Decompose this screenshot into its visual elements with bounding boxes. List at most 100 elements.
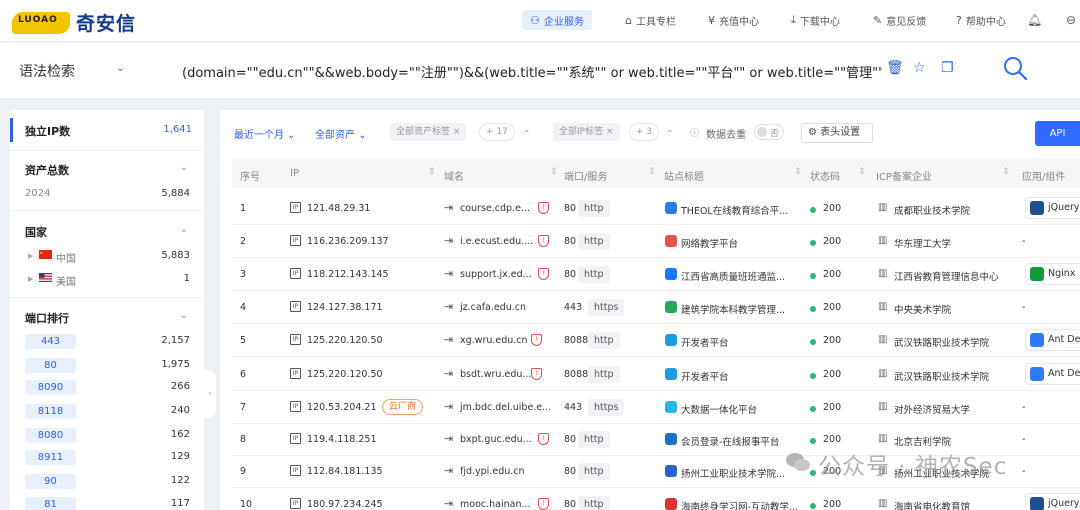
ip-address[interactable]: 120.53.204.21 [307, 402, 377, 413]
component-tag[interactable]: jQuery/... [1025, 493, 1080, 510]
site-title[interactable]: 建筑学院本科教学管理... [681, 302, 785, 316]
site-title[interactable]: 大数据一体化平台 [681, 402, 757, 416]
country-name-usa[interactable]: 美国 [56, 273, 76, 288]
caret-right-icon[interactable]: ▶ [28, 252, 33, 260]
icp-company[interactable]: 海南省电化教育馆 [894, 499, 970, 510]
sort-icon[interactable]: ⇕ [1002, 167, 1010, 177]
table-row[interactable]: 4 IP 124.127.38.171 ⇥ jz.cafa.edu.cn 443 https… [232, 291, 1080, 324]
table-row[interactable]: 5 IP 125.220.120.50 ⇥ xg.wru.edu.cn! 8088 http… [232, 324, 1080, 357]
country-title[interactable]: 国家 [25, 224, 47, 240]
time-range-filter[interactable]: 最近一个月 ⌄ [234, 126, 296, 141]
ip-address[interactable]: 119.4.118.251 [307, 434, 377, 445]
table-row[interactable]: 10 IP 180.97.234.245 ⇥ mooc.hainan...! 80 http… [232, 488, 1080, 510]
icp-company[interactable]: 华东理工大学 [894, 236, 951, 250]
site-title[interactable]: 海南终身学习网-互动教学... [681, 499, 798, 510]
icp-company[interactable]: 江西省教育管理信息中心 [894, 269, 999, 283]
sort-icon[interactable]: ⇕ [794, 167, 802, 177]
chevron-down-icon[interactable]: ⌄ [180, 162, 188, 173]
nav-tools[interactable]: ⌂ 工具专栏 [625, 10, 676, 30]
port-chip[interactable]: 8090 [25, 380, 76, 395]
sort-icon[interactable]: ⇕ [858, 167, 866, 177]
domain-link[interactable]: fjd.ypi.edu.cn [460, 466, 525, 477]
ip-address[interactable]: 118.212.143.145 [307, 269, 389, 280]
external-link-icon[interactable]: ⇥ [444, 333, 453, 346]
ip-tag-count[interactable]: + 3 [629, 123, 660, 141]
ip-address[interactable]: 125.220.120.50 [307, 369, 383, 380]
asset-tag-count[interactable]: + 17 [479, 123, 515, 141]
search-mode-select[interactable]: 语法检索 [19, 61, 75, 81]
domain-link[interactable]: jz.cafa.edu.cn [460, 302, 526, 313]
site-title[interactable]: 开发者平台 [681, 369, 729, 383]
chevron-down-icon[interactable]: ⌄ [666, 125, 674, 135]
close-icon[interactable]: × [606, 127, 614, 137]
sort-icon[interactable]: ⇕ [428, 167, 436, 177]
ip-address[interactable]: 112.84.181.135 [307, 466, 383, 477]
chevron-down-icon[interactable]: ⌄ [180, 310, 188, 321]
domain-link[interactable]: jm.bdc.del.uibe.e... [460, 402, 551, 413]
icp-company[interactable]: 对外经济贸易大学 [894, 402, 970, 416]
user-menu-icon[interactable]: ⊖ [1066, 10, 1076, 30]
dedupe-toggle[interactable]: 否 [754, 124, 784, 140]
caret-right-icon[interactable]: ▶ [28, 275, 33, 283]
ip-address[interactable]: 180.97.234.245 [307, 499, 383, 510]
external-link-icon[interactable]: ⇥ [444, 497, 453, 510]
port-chip[interactable]: 81 [25, 497, 76, 510]
asset-type-filter[interactable]: 全部资产 ⌄ [315, 126, 367, 141]
component-tag[interactable]: Ant Des [1025, 329, 1080, 351]
domain-link[interactable]: i.e.ecust.edu.... [460, 236, 533, 247]
chevron-down-icon[interactable]: ⌄ [116, 63, 124, 74]
nav-recharge[interactable]: ¥ 充值中心 [708, 10, 759, 30]
site-title[interactable]: 会员登录-在线报事平台 [681, 434, 779, 448]
nav-download[interactable]: ⤓ 下载中心 [791, 10, 840, 30]
ip-tag-filter[interactable]: 全部IP标签 × [553, 123, 620, 141]
ip-address[interactable]: 116.236.209.137 [307, 236, 389, 247]
table-row[interactable]: 6 IP 125.220.120.50 ⇥ bsdt.wru.edu...! 8088 ht… [232, 358, 1080, 391]
component-tag[interactable]: Ant Des [1025, 363, 1080, 385]
nav-enterprise-service[interactable]: ⚇ 企业服务 [522, 10, 592, 30]
ip-address[interactable]: 124.127.38.171 [307, 302, 383, 313]
domain-link[interactable]: mooc.hainan... [460, 499, 531, 510]
port-chip[interactable]: 80 [25, 358, 76, 373]
sort-icon[interactable]: ⇕ [648, 167, 656, 177]
bell-icon[interactable]: 🔔︎ [1027, 10, 1042, 30]
external-link-icon[interactable]: ⇥ [444, 367, 453, 380]
port-chip[interactable]: 90 [25, 474, 76, 489]
domain-link[interactable]: support.jx.ed... [460, 269, 532, 280]
component-tag[interactable]: jQuery [1025, 197, 1080, 219]
site-title[interactable]: 江西省高质量班班通监... [681, 269, 785, 283]
icp-company[interactable]: 武汉铁路职业技术学院 [894, 369, 989, 383]
external-link-icon[interactable]: ⇥ [444, 464, 453, 477]
site-title[interactable]: 网络教学平台 [681, 236, 738, 250]
search-icon[interactable] [1001, 54, 1029, 82]
chevron-down-icon[interactable]: ⌄ [180, 224, 188, 235]
domain-link[interactable]: xg.wru.edu.cn [460, 335, 528, 346]
ip-address[interactable]: 121.48.29.31 [307, 203, 370, 214]
table-row[interactable]: 3 IP 118.212.143.145 ⇥ support.jx.ed...! 80 ht… [232, 258, 1080, 291]
country-name-china[interactable]: 中国 [56, 250, 76, 265]
ip-address[interactable]: 125.220.120.50 [307, 335, 383, 346]
asset-tag-filter[interactable]: 全部资产标签 × [390, 123, 467, 141]
column-settings-button[interactable]: ⚙ 表头设置 [801, 123, 873, 143]
nav-help[interactable]: ? 帮助中心 [956, 10, 1006, 30]
external-link-icon[interactable]: ⇥ [444, 400, 453, 413]
icp-company[interactable]: 成都职业技术学院 [894, 203, 970, 217]
star-icon[interactable]: ☆ [913, 60, 926, 76]
unique-ip-header[interactable]: 独立IP数 1,641 [10, 118, 204, 142]
delete-icon[interactable]: 🗑︎ [886, 60, 904, 76]
port-chip[interactable]: 8080 [25, 428, 76, 443]
sidebar-collapse-handle[interactable]: ‹ [204, 370, 216, 418]
nav-feedback[interactable]: ✎ 意见反馈 [873, 10, 926, 30]
site-title[interactable]: 扬州工业职业技术学院... [681, 466, 785, 480]
site-title[interactable]: 开发者平台 [681, 335, 729, 349]
external-link-icon[interactable]: ⇥ [444, 234, 453, 247]
external-link-icon[interactable]: ⇥ [444, 300, 453, 313]
domain-link[interactable]: bxpt.guc.edu... [460, 434, 532, 445]
assets-total-title[interactable]: 资产总数 [25, 162, 69, 178]
external-link-icon[interactable]: ⇥ [444, 267, 453, 280]
chevron-down-icon[interactable]: ⌄ [523, 125, 531, 135]
icp-company[interactable]: 中央美术学院 [894, 302, 951, 316]
table-row[interactable]: 1 IP 121.48.29.31 ⇥ course.cdp.e...! 80 http TH… [232, 192, 1080, 225]
table-row[interactable]: 7 IP 120.53.204.21 云厂商 ⇥ jm.bdc.del.uibe.e...… [232, 391, 1080, 424]
external-link-icon[interactable]: ⇥ [444, 432, 453, 445]
external-link-icon[interactable]: ⇥ [444, 201, 453, 214]
